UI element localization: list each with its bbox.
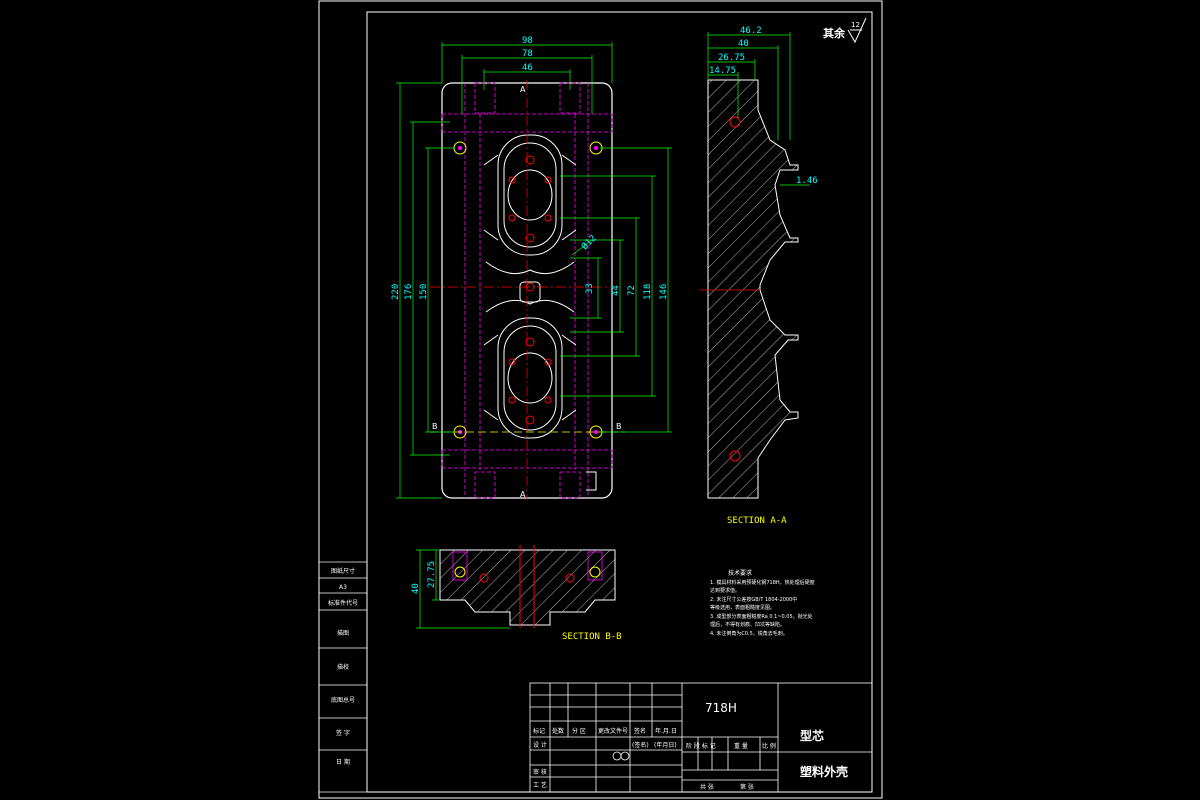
tech-req-line-6: 理后，不得有划痕、凹坑等缺陷。 [710,621,785,628]
tech-req-line-2: 达到要求值。 [710,587,740,594]
tb-scale: 比 例 [762,742,776,750]
dim-1-46: 1.46 [796,176,818,186]
dim-40-aa: 40 [738,39,749,49]
tb-row-process: 工 艺 [533,781,547,789]
section-bb-label: SECTION B-B [562,632,622,642]
section-mark-a-top: A [520,85,526,94]
tb-row-design: 设 计 [533,741,547,749]
sheet-outer-frame [318,0,883,799]
strip-label-date: 日 期 [336,758,350,766]
dim-14-75: 14.75 [709,66,736,76]
tb-header-zone: 分 区 [572,727,586,735]
strip-label-std: 标准件代号 [328,599,358,607]
tb-total-sheets: 共 张 [700,783,714,791]
tb-stage-mark: 阶 段 标 记 [686,742,716,750]
strip-label-tracecheck: 描校 [337,663,349,671]
dim-78: 78 [522,49,533,59]
section-aa-label: SECTION A-A [727,516,787,526]
left-strip [318,561,368,793]
dim-146: 146 [659,284,669,300]
section-mark-b-right: B [616,422,622,431]
strip-label-size: 图纸尺寸 [331,567,355,575]
tb-header-sign: 签名 [634,727,646,735]
dim-44: 44 [611,285,621,296]
strip-label-sign: 签 字 [336,729,350,737]
tb-header-mark: 标记 [533,727,545,735]
dim-46-top: 46 [522,63,533,73]
section-aa-view [700,79,799,499]
dim-72: 72 [627,285,637,296]
tb-material: 718H [705,701,737,715]
dim-176: 176 [404,284,414,300]
tb-weight: 重 量 [734,742,748,750]
tb-sheet-no: 第 张 [740,783,754,791]
dim-40-bb: 40 [411,583,421,594]
cad-drawing-canvas: 图纸尺寸 A3 标准件代号 描图 描校 底图总号 签 字 日 期 其余 12 A… [318,0,883,799]
tb-row-design-sign: (签名) [632,741,649,749]
section-mark-a-bottom: A [520,490,526,499]
section-mark-b-left: B [432,422,438,431]
dim-27-75: 27.75 [427,561,437,588]
plan-view [430,80,625,500]
tech-req-line-1: 1. 模具材料采用预硬化钢718H，热处理后硬度 [710,579,815,586]
tb-header-date: 年.月.日 [655,727,677,735]
roughness-value: 12 [851,21,860,29]
strip-label-trace: 描图 [337,629,349,637]
sheet-inner-frame [366,11,873,793]
strip-label-base: 底图总号 [331,696,355,704]
dim-118: 118 [643,284,653,300]
tb-product-name: 塑料外壳 [800,764,848,779]
strip-label-a3: A3 [339,584,347,591]
dim-46-2: 46.2 [740,26,762,36]
tech-req-title: 技术要求 [728,569,752,577]
tech-req-line-4: 等级选用，表面粗糙度见图。 [710,604,775,611]
roughness-prefix: 其余 [823,26,846,40]
tb-part-name: 型芯 [800,728,824,743]
tech-req-line-3: 2. 未注尺寸公差按GB/T 1804-2000中 [710,596,797,603]
dim-150: 150 [419,284,429,300]
dim-26-75: 26.75 [718,53,745,63]
dim-98: 98 [522,36,533,46]
tb-row-check: 审 核 [533,768,547,776]
dim-220: 220 [391,284,401,300]
tb-header-docno: 更改文件号 [598,727,628,735]
tech-req-line-7: 4. 未注倒角为C0.5，锐角去毛刺。 [710,630,788,637]
tb-header-count: 处数 [552,727,564,735]
tb-row-design-date: (年月日) [654,741,677,749]
section-bb-view [439,545,616,628]
dim-phi12: Ø12 [579,233,598,252]
dim-33: 33 [585,283,595,294]
tech-req-line-5: 3. 成型部分表面粗糙度Ra 0.1~0.05，抛光处 [710,613,813,620]
